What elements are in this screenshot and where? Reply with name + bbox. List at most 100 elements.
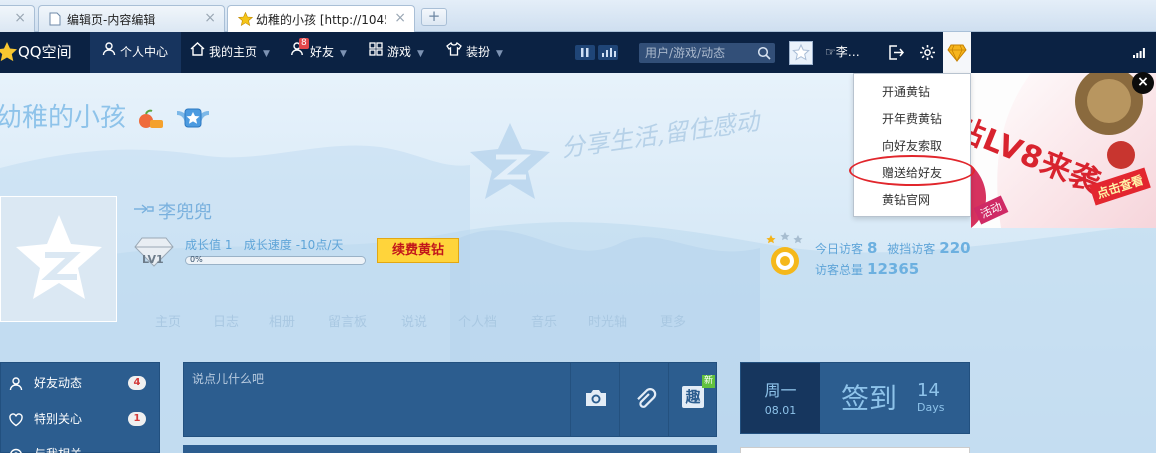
grid-icon bbox=[369, 32, 383, 73]
qzone-star-icon bbox=[0, 42, 17, 62]
nav-friends[interactable]: 好友 ▼ 8 bbox=[291, 32, 347, 73]
profile-tab-album[interactable]: 相册 bbox=[269, 311, 295, 330]
profile-tab-shuoshuo[interactable]: 说说 bbox=[401, 311, 427, 330]
heart-icon bbox=[9, 412, 23, 434]
browser-tab-1[interactable]: 编辑页-内容编辑 × bbox=[38, 5, 225, 32]
yellow-diamond-button[interactable] bbox=[943, 32, 971, 73]
signin-label: 签到 bbox=[841, 382, 898, 415]
menu-item-annual-yellow-diamond[interactable]: 开年费黄钻 bbox=[854, 106, 972, 132]
signal-icon bbox=[1133, 47, 1145, 61]
browser-tab-0[interactable]: × bbox=[0, 5, 35, 32]
left-item-label: 好友动态 bbox=[34, 376, 83, 390]
profile-tab-profile[interactable]: 个人档 bbox=[458, 311, 497, 330]
logout-icon[interactable] bbox=[888, 44, 905, 64]
profile-tab-timeline[interactable]: 时光轴 bbox=[588, 311, 627, 330]
signin-weekday: 周一 bbox=[764, 381, 797, 400]
count-badge: 4 bbox=[128, 376, 146, 390]
left-item-related-to-me[interactable]: 与我相关 bbox=[9, 443, 154, 453]
tab-close-icon[interactable]: × bbox=[14, 10, 26, 26]
nav-my-home[interactable]: 我的主页 ▼ bbox=[190, 32, 270, 73]
today-visitors-label: 今日访客 bbox=[815, 242, 864, 256]
logo-text: QQ空间 bbox=[18, 43, 72, 61]
bars-chart-icon[interactable] bbox=[598, 45, 618, 60]
tab-close-icon[interactable]: × bbox=[394, 10, 406, 26]
nav-label: 个人中心 bbox=[120, 45, 169, 59]
diamond-icon bbox=[947, 44, 967, 62]
nav-search bbox=[639, 43, 775, 63]
profile-avatar[interactable] bbox=[0, 196, 117, 322]
person-icon bbox=[102, 32, 116, 73]
renew-yellow-diamond-button[interactable]: 续费黄钻 bbox=[377, 238, 459, 263]
tab-close-icon[interactable]: × bbox=[204, 10, 216, 26]
today-visitors-count: 8 bbox=[867, 239, 878, 257]
signin-date: 周一 08.01 bbox=[741, 363, 820, 433]
left-item-special-care[interactable]: 特别关心 1 bbox=[9, 408, 154, 430]
star-icon bbox=[237, 11, 254, 29]
nav-personal-center[interactable]: 个人中心 bbox=[90, 32, 181, 73]
user-avatar[interactable] bbox=[789, 41, 813, 65]
nav-decorate[interactable]: 装扮 ▼ bbox=[446, 32, 503, 73]
visitor-today[interactable]: 今日访客 8 被挡访客 220 bbox=[815, 239, 971, 257]
menu-item-official-site[interactable]: 黄钻官网 bbox=[854, 187, 972, 213]
signin-panel-bottom bbox=[740, 447, 970, 453]
post-composer: 趣 新 bbox=[183, 362, 717, 437]
profile-tab-blog[interactable]: 日志 bbox=[213, 311, 239, 330]
ad-close-button[interactable]: × bbox=[1132, 72, 1154, 94]
space-title-text: 幼稚的小孩 bbox=[0, 103, 127, 133]
browser-tab-2[interactable]: 幼稚的小孩 [http://1045 × bbox=[227, 5, 415, 33]
link-button[interactable] bbox=[619, 363, 668, 436]
profile-tab-more[interactable]: 更多 bbox=[660, 311, 686, 330]
highlight-ring bbox=[849, 155, 975, 186]
qzone-star-placeholder-icon bbox=[16, 215, 102, 299]
star-wings-badge-icon[interactable] bbox=[175, 105, 211, 133]
chevron-down-icon: ▼ bbox=[263, 49, 270, 59]
fruit-vip-icon[interactable] bbox=[136, 108, 164, 130]
signin-days-unit: Days bbox=[917, 401, 945, 414]
nav-label: 我的主页 bbox=[209, 45, 258, 59]
profile-tab-guestbook[interactable]: 留言板 bbox=[328, 311, 367, 330]
page-icon bbox=[49, 12, 61, 29]
blocked-visitors-count: 220 bbox=[939, 239, 971, 257]
qzone-top-nav: QQ空间 个人中心 我的主页 ▼ 好友 ▼ 8 游戏 ▼ 装扮 ▼ 用户/游戏/… bbox=[0, 32, 1156, 73]
photo-button[interactable] bbox=[570, 363, 619, 436]
new-tab-button[interactable]: + bbox=[421, 8, 447, 26]
tab-label: 幼稚的小孩 [http://1045 bbox=[256, 13, 386, 27]
search-icon[interactable] bbox=[757, 46, 771, 63]
profile-tab-home[interactable]: 主页 bbox=[155, 311, 181, 330]
browser-tab-strip: × 编辑页-内容编辑 × 幼稚的小孩 [http://1045 × + bbox=[0, 0, 1156, 33]
menu-item-open-yellow-diamond[interactable]: 开通黄钻 bbox=[854, 79, 972, 105]
feed-panel-top bbox=[183, 445, 717, 453]
new-tag: 新 bbox=[701, 375, 715, 388]
search-input[interactable] bbox=[639, 43, 751, 63]
fun-button[interactable]: 趣 新 bbox=[668, 363, 717, 436]
signin-panel[interactable]: 周一 08.01 签到 14 Days bbox=[740, 362, 970, 434]
level-badge[interactable]: LV1 bbox=[134, 236, 174, 271]
nav-label: 好友 bbox=[310, 45, 335, 59]
friends-badge: 8 bbox=[299, 38, 309, 49]
nav-games[interactable]: 游戏 ▼ bbox=[369, 32, 424, 73]
chevron-down-icon: ▼ bbox=[340, 49, 347, 59]
growth-speed: 成长速度 -10点/天 bbox=[243, 238, 344, 252]
user-name-short[interactable]: ☞李… bbox=[825, 32, 860, 73]
qzone-logo[interactable]: QQ空间 bbox=[0, 32, 90, 73]
owner-name[interactable]: 李兜兜 bbox=[158, 198, 212, 224]
promo-ad[interactable]: 钻LV8来袭 点击查看 活动 bbox=[971, 73, 1156, 228]
tab-label: 编辑页-内容编辑 bbox=[67, 13, 156, 27]
chevron-down-icon: ▼ bbox=[417, 49, 424, 59]
blocked-visitors-label: 被挡访客 bbox=[887, 242, 936, 256]
growth-progress-bar bbox=[185, 256, 366, 265]
paperclip-icon bbox=[637, 388, 657, 408]
progress-percent: 0% bbox=[190, 255, 203, 264]
pause-icon[interactable] bbox=[575, 45, 595, 60]
post-input[interactable] bbox=[184, 363, 570, 436]
fun-icon: 趣 bbox=[682, 386, 704, 408]
visitor-total[interactable]: 访客总量 12365 bbox=[815, 260, 919, 278]
left-item-friend-feeds[interactable]: 好友动态 4 bbox=[9, 372, 154, 394]
signin-date-text: 08.01 bbox=[764, 404, 797, 417]
yellow-diamond-dropdown: 开通黄钻 开年费黄钻 向好友索取 赠送给好友 黄钻官网 bbox=[853, 73, 971, 217]
gear-icon[interactable] bbox=[919, 44, 936, 64]
left-item-label: 与我相关 bbox=[34, 443, 82, 453]
signin-days: 14 Days bbox=[917, 381, 945, 415]
profile-tab-music[interactable]: 音乐 bbox=[531, 311, 557, 330]
hand-pointer-icon bbox=[133, 203, 155, 218]
